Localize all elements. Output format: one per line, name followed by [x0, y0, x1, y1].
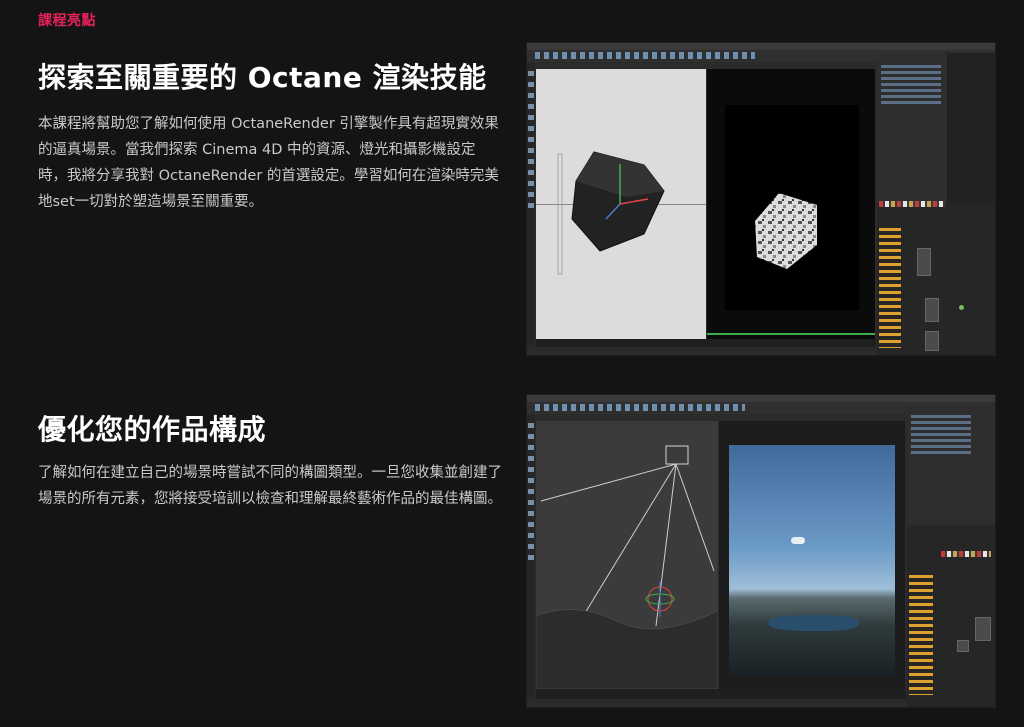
- node-3[interactable]: [925, 331, 939, 351]
- app-menubar-2: [527, 395, 995, 402]
- frustum-line-1: [540, 463, 677, 502]
- cube-wireframe: [557, 151, 665, 275]
- material-swatches-2: [941, 551, 991, 557]
- octane-live-viewer[interactable]: [707, 69, 875, 339]
- section-2-title: 優化您的作品構成: [38, 413, 267, 446]
- section-2-body: 了解如何在建立自己的場景時嘗試不同的構圖類型。一旦您收集並創建了場景的所有元素，…: [38, 465, 502, 507]
- node-sidebar-list-2: [909, 575, 933, 695]
- node-sidebar-list: [879, 228, 901, 348]
- frustum-line-3: [655, 463, 677, 627]
- tool-sidebar-icons-2: [528, 423, 534, 563]
- cinema4d-octane-cube-screenshot: [526, 42, 996, 356]
- rendered-cube-shape: [755, 193, 817, 269]
- editor-viewport-2[interactable]: [536, 421, 718, 689]
- object-list-rows: [881, 65, 941, 105]
- node-1[interactable]: [917, 248, 931, 276]
- section-1-title: 探索至關重要的 Octane 渲染技能: [38, 61, 487, 94]
- editor-viewport[interactable]: [536, 69, 706, 339]
- timeline-bar[interactable]: [536, 339, 876, 347]
- rendered-cube: [755, 193, 817, 269]
- material-swatches: [879, 201, 945, 207]
- camera-body: [665, 445, 689, 465]
- selection-box: [557, 153, 563, 275]
- app-menubar: [527, 43, 995, 50]
- rendered-cloud: [791, 537, 805, 544]
- node-2[interactable]: [925, 298, 939, 322]
- landscape-render: [729, 445, 895, 677]
- camera-wireframe: [536, 445, 718, 689]
- tool-sidebar-icons: [528, 71, 534, 211]
- frustum-line-4: [675, 463, 715, 572]
- toolbar-icons: [535, 52, 755, 59]
- timeline-accent: [707, 333, 875, 335]
- far-right-panel: [947, 53, 995, 203]
- terrain-mesh: [536, 609, 718, 689]
- section-1-body: 本課程將幫助您了解如何使用 OctaneRender 引擎製作具有超現實效果的逼…: [38, 116, 499, 210]
- object-list-rows-2: [911, 415, 971, 455]
- node-4[interactable]: [975, 617, 991, 641]
- rendered-water: [769, 615, 859, 631]
- eyebrow-label: 課程亮點: [38, 13, 96, 29]
- timeline-bar-2[interactable]: [536, 689, 906, 699]
- toolbar-icons-2: [535, 404, 745, 411]
- node-5[interactable]: [957, 640, 969, 652]
- node-output-dot: [959, 305, 964, 310]
- octane-live-viewer-2[interactable]: [719, 421, 905, 689]
- cinema4d-octane-landscape-screenshot: [526, 394, 996, 708]
